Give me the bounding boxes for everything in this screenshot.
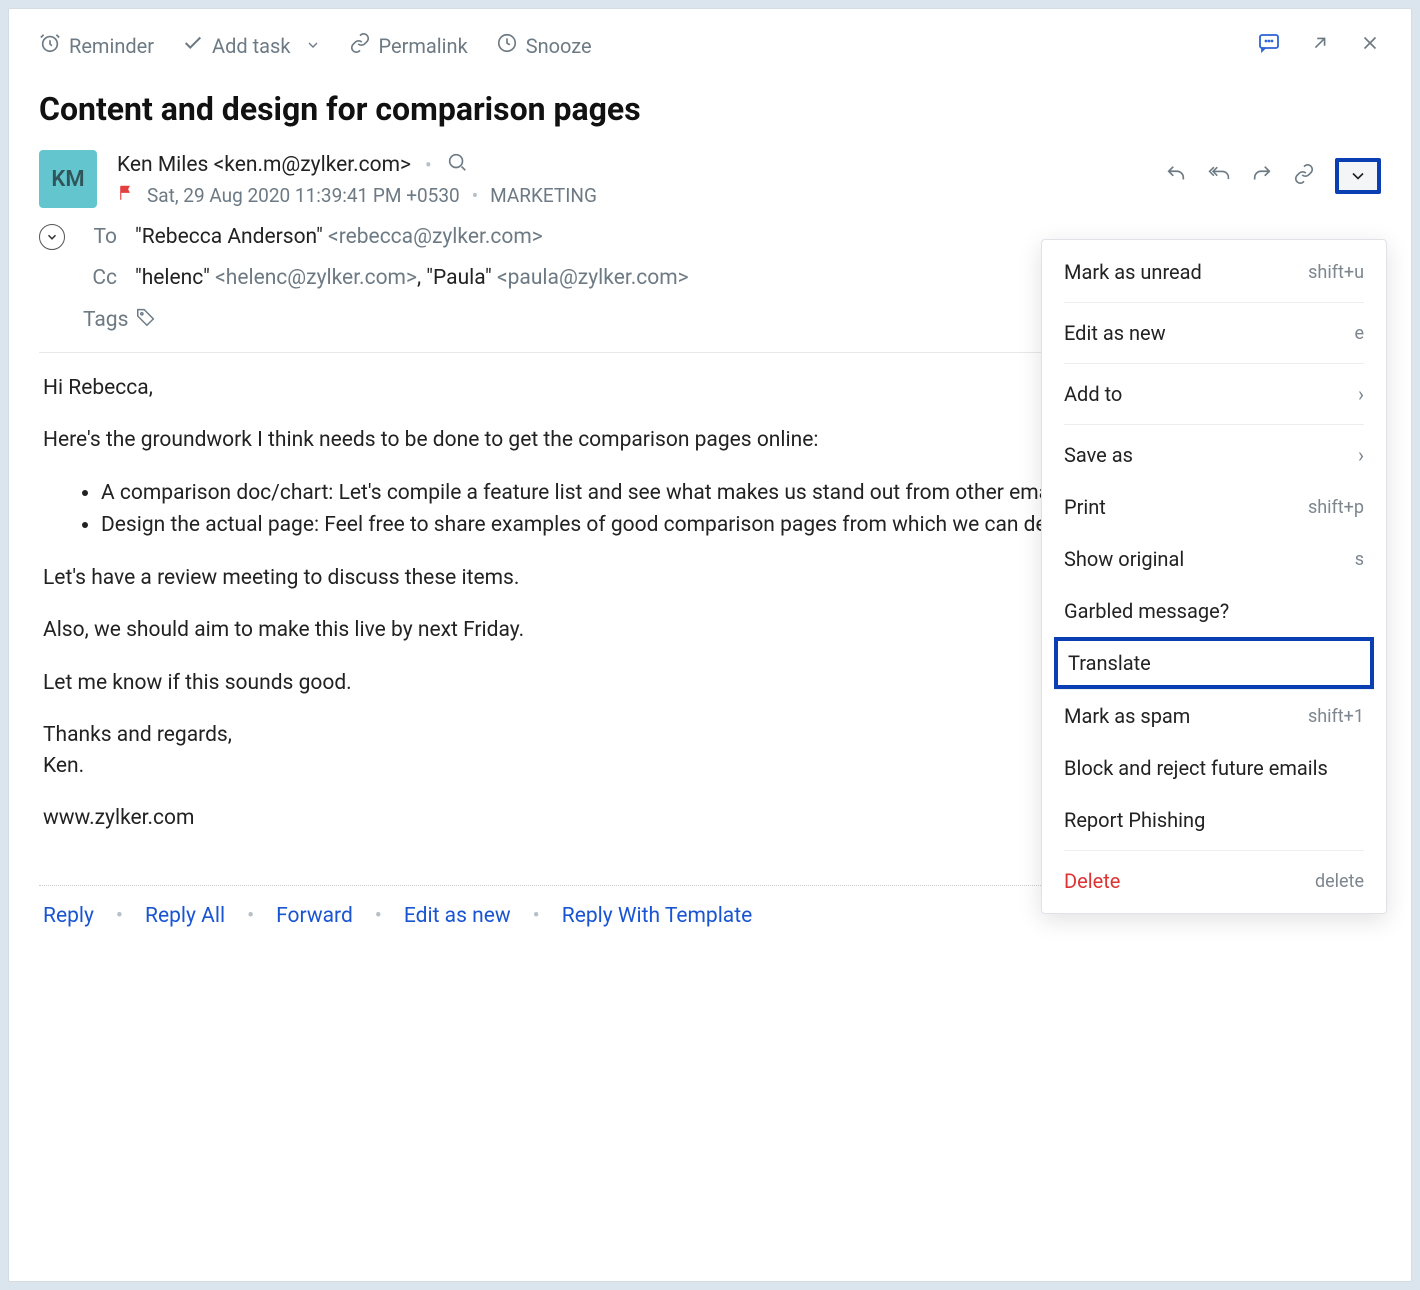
link-icon <box>349 32 371 59</box>
reply-all-icon[interactable] <box>1207 163 1231 190</box>
menu-save-as[interactable]: Save as› <box>1042 429 1386 481</box>
more-actions-menu: Mark as unreadshift+u Edit as newe Add t… <box>1041 239 1387 914</box>
check-icon <box>182 32 204 59</box>
menu-mark-spam[interactable]: Mark as spamshift+1 <box>1042 690 1386 742</box>
sender-name: Ken Miles <ken.m@zylker.com> <box>117 153 411 177</box>
message-header: KM Ken Miles <ken.m@zylker.com> • Sat, 2… <box>9 150 1411 208</box>
snooze-label: Snooze <box>526 34 592 58</box>
attachment-link-icon[interactable] <box>1293 163 1315 190</box>
reply-with-template-button[interactable]: Reply With Template <box>562 904 753 928</box>
email-date: Sat, 29 Aug 2020 11:39:41 PM +0530 <box>147 184 460 207</box>
cc-label: Cc <box>83 266 117 290</box>
add-task-label: Add task <box>212 34 290 58</box>
avatar: KM <box>39 150 97 208</box>
open-external-icon[interactable] <box>1309 32 1331 59</box>
menu-mark-unread[interactable]: Mark as unreadshift+u <box>1042 246 1386 298</box>
menu-report-phishing[interactable]: Report Phishing <box>1042 794 1386 846</box>
forward-button[interactable]: Forward <box>276 904 353 928</box>
reply-all-button[interactable]: Reply All <box>145 904 225 928</box>
flag-icon[interactable] <box>117 184 135 207</box>
tag-icon[interactable] <box>135 306 157 334</box>
add-task-button[interactable]: Add task <box>182 32 320 59</box>
email-category: MARKETING <box>490 184 597 207</box>
clock-icon <box>496 32 518 59</box>
forward-icon[interactable] <box>1251 163 1273 190</box>
message-actions <box>1165 158 1381 194</box>
permalink-label: Permalink <box>379 34 468 58</box>
chevron-down-icon <box>1345 164 1371 188</box>
menu-garbled[interactable]: Garbled message? <box>1042 585 1386 637</box>
reply-icon[interactable] <box>1165 163 1187 190</box>
menu-translate[interactable]: Translate <box>1054 637 1374 689</box>
search-icon[interactable] <box>446 151 468 178</box>
email-toolbar: Reminder Add task Permalink Snooze <box>9 9 1411 72</box>
email-subject: Content and design for comparison pages <box>9 72 1411 150</box>
menu-edit-as-new[interactable]: Edit as newe <box>1042 307 1386 359</box>
reply-button[interactable]: Reply <box>43 904 94 928</box>
chat-icon[interactable] <box>1257 31 1281 60</box>
tags-label: Tags <box>83 308 117 332</box>
close-icon[interactable] <box>1359 32 1381 59</box>
expand-recipients-icon[interactable] <box>39 224 65 250</box>
edit-as-new-button[interactable]: Edit as new <box>404 904 511 928</box>
reminder-label: Reminder <box>69 34 154 58</box>
reminder-button[interactable]: Reminder <box>39 32 154 59</box>
cc-recipients: "helenc" <helenc@zylker.com>, "Paula" <p… <box>135 266 689 290</box>
menu-show-original[interactable]: Show originals <box>1042 533 1386 585</box>
chevron-down-icon <box>305 34 321 58</box>
menu-add-to[interactable]: Add to› <box>1042 368 1386 420</box>
menu-delete[interactable]: Deletedelete <box>1042 855 1386 907</box>
more-actions-button[interactable] <box>1335 158 1381 194</box>
menu-print[interactable]: Printshift+p <box>1042 481 1386 533</box>
alarm-icon <box>39 32 61 59</box>
menu-block[interactable]: Block and reject future emails <box>1042 742 1386 794</box>
snooze-button[interactable]: Snooze <box>496 32 592 59</box>
permalink-button[interactable]: Permalink <box>349 32 468 59</box>
email-panel: Reminder Add task Permalink Snooze <box>8 8 1412 1282</box>
to-label: To <box>83 225 117 249</box>
to-recipient: "Rebecca Anderson" <rebecca@zylker.com> <box>135 225 543 249</box>
